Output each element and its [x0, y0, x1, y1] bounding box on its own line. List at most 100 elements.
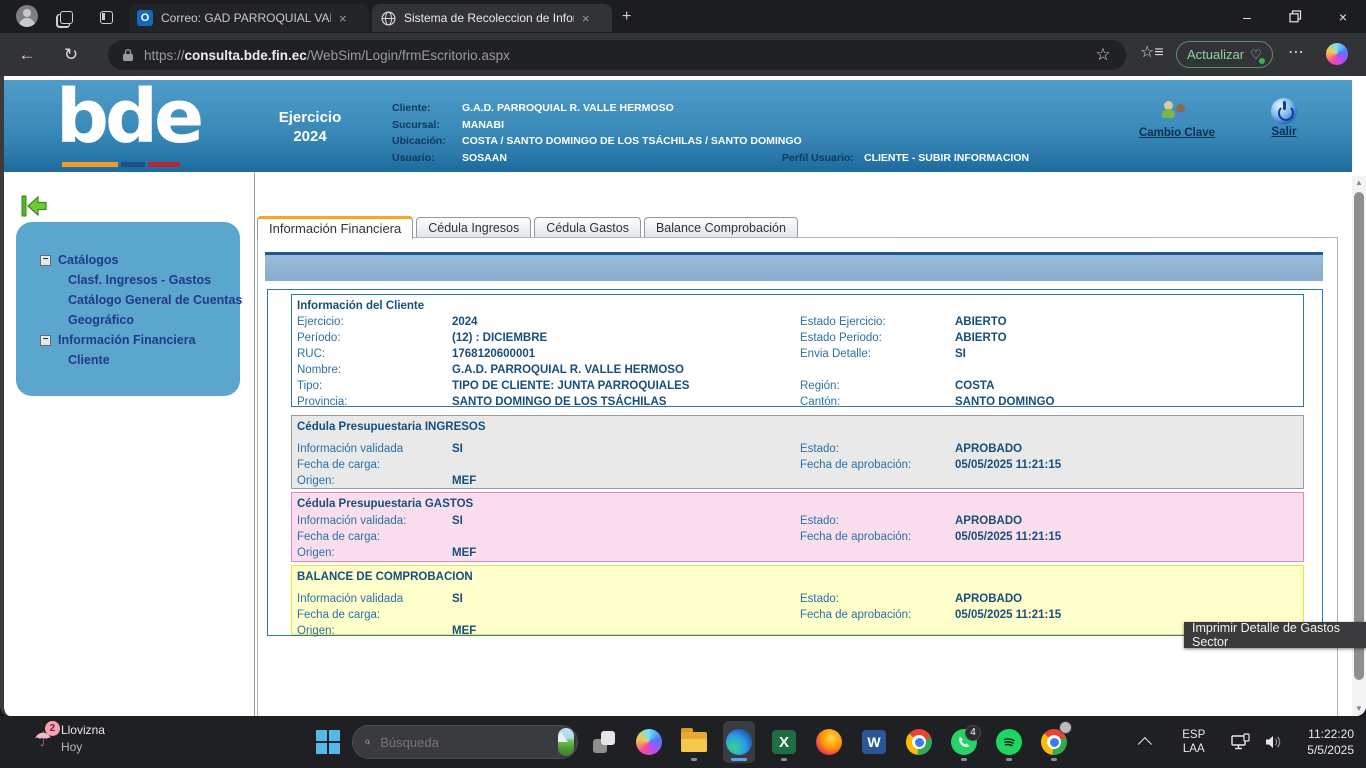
field-value: APROBADO: [955, 591, 1303, 607]
window-restore-button[interactable]: [1272, 0, 1318, 33]
favorite-star-icon[interactable]: ☆: [1090, 42, 1116, 68]
field-value: SANTO DOMINGO: [955, 394, 1303, 410]
panel-title: Cédula Presupuestaria GASTOS: [297, 496, 1303, 512]
field-label: Estado:: [800, 441, 955, 457]
browser-health-icon: ♡: [1250, 47, 1262, 63]
tab-title: Correo: GAD PARROQUIAL VALLE: [161, 11, 331, 25]
network-icon[interactable]: [1231, 733, 1251, 751]
task-view-icon[interactable]: [588, 721, 620, 763]
field-value: APROBADO: [955, 513, 1303, 529]
field-label: Estado:: [800, 513, 955, 529]
language-indicator[interactable]: ESPLAA: [1182, 728, 1205, 756]
field-value: [452, 529, 800, 545]
window-minimize-button[interactable]: –: [1224, 0, 1270, 33]
collapse-toggle-icon[interactable]: −: [40, 335, 51, 346]
sidebar-item-informacion-financiera[interactable]: −Información Financiera: [16, 330, 240, 350]
edge-icon[interactable]: [723, 721, 755, 763]
more-menu-icon[interactable]: ⋯: [1288, 42, 1304, 62]
ejercicio-label: Ejercicio2024: [250, 108, 370, 146]
bde-app-header: bde Ejercicio2024 Cliente:G.A.D. PARROQU…: [4, 80, 1352, 172]
copilot-icon[interactable]: [1326, 43, 1348, 65]
section-header-bar: [265, 252, 1323, 281]
power-icon: [1271, 98, 1297, 124]
tab-informacion-financiera[interactable]: Información Financiera: [257, 216, 413, 239]
chrome-profile-icon[interactable]: [1038, 721, 1070, 763]
url-scheme: https://: [144, 48, 185, 63]
browser-tab-sistema[interactable]: Sistema de Recoleccion de Inform ×: [372, 4, 612, 32]
actualizar-button[interactable]: Actualizar ♡: [1176, 41, 1273, 68]
whatsapp-badge: 4: [965, 725, 981, 741]
tab-balance-comprobacion[interactable]: Balance Comprobación: [644, 217, 798, 238]
collapse-toggle-icon[interactable]: −: [40, 255, 51, 266]
workspaces-icon[interactable]: [54, 5, 78, 29]
tab-actions-icon[interactable]: [94, 5, 118, 29]
field-label: Usuario:: [392, 150, 462, 167]
copilot-taskbar-icon[interactable]: [633, 721, 665, 763]
tab-cedula-ingresos[interactable]: Cédula Ingresos: [416, 217, 531, 238]
chrome-icon[interactable]: [903, 721, 935, 763]
field-label: [800, 362, 955, 378]
file-explorer-icon[interactable]: [678, 721, 710, 763]
field-value: SANTO DOMINGO DE LOS TSÁCHILAS: [452, 394, 800, 410]
tab-cedula-gastos[interactable]: Cédula Gastos: [534, 217, 641, 238]
start-button[interactable]: [316, 730, 340, 754]
sidebar-item-cliente[interactable]: Cliente: [16, 350, 240, 370]
tray-chevron-icon[interactable]: [1138, 737, 1152, 751]
firefox-icon[interactable]: [813, 721, 845, 763]
url-host: consulta.bde.fin.ec: [185, 48, 307, 63]
window-close-button[interactable]: ×: [1320, 0, 1366, 33]
field-value: ABIERTO: [955, 314, 1303, 330]
sidebar-item-clasf-ingresos-gastos[interactable]: Clasf. Ingresos - Gastos: [16, 270, 240, 290]
panel-title: Información del Cliente: [297, 298, 1303, 314]
field-label: Fecha de aprobación:: [800, 457, 955, 473]
field-value: [452, 607, 800, 623]
tooltip-imprimir-detalle: Imprimir Detalle de Gastos Sector: [1184, 622, 1366, 648]
word-icon[interactable]: W: [858, 721, 890, 763]
tab-content-area: Información del Cliente Ejercicio:2024Es…: [257, 237, 1338, 716]
cambio-clave-link[interactable]: Cambio Clave: [1122, 100, 1232, 139]
field-value: SI: [452, 441, 800, 457]
weather-badge: 2: [45, 721, 60, 736]
scrollbar-thumb[interactable]: [1354, 192, 1364, 680]
excel-icon[interactable]: X: [768, 721, 800, 763]
back-icon[interactable]: ←: [14, 42, 40, 68]
field-label: Origen:: [297, 545, 452, 561]
field-value: MEF: [452, 545, 800, 561]
salir-link[interactable]: Salir: [1256, 98, 1312, 138]
scroll-down-icon[interactable]: ▼: [1352, 702, 1366, 716]
sidebar-item-catalogos[interactable]: −Catálogos: [16, 250, 240, 270]
volume-icon[interactable]: [1265, 734, 1285, 750]
tray-clock[interactable]: 11:22:205/5/2025: [1307, 726, 1354, 758]
client-info-panel: Información del Cliente Ejercicio:2024Es…: [291, 294, 1304, 407]
field-label: Cliente:: [392, 100, 462, 117]
sidebar-item-geografico[interactable]: Geográfico: [16, 310, 240, 330]
outlook-icon: O: [137, 10, 153, 26]
weather-widget[interactable]: ☂2 Llovizna Hoy: [34, 722, 105, 756]
users-icon: [1160, 100, 1194, 124]
favorites-hub-icon[interactable]: ☆≡: [1140, 42, 1164, 62]
new-tab-button[interactable]: +: [622, 8, 631, 26]
field-value: G.A.D. PARROQUIAL R. VALLE HERMOSO: [452, 362, 800, 378]
scroll-up-icon[interactable]: ▲: [1352, 176, 1366, 190]
search-input[interactable]: [378, 734, 558, 751]
field-label: Perfil Usuario:: [782, 150, 864, 167]
whatsapp-icon[interactable]: 4: [948, 721, 980, 763]
spotify-icon[interactable]: [993, 721, 1025, 763]
search-highlight-image[interactable]: [558, 728, 574, 756]
browser-profile-avatar[interactable]: [16, 5, 38, 27]
sidebar-menu: −CatálogosClasf. Ingresos - GastosCatálo…: [16, 222, 240, 396]
tab-close-icon[interactable]: ×: [339, 11, 347, 26]
content-tab-strip: Información Financiera Cédula Ingresos C…: [257, 215, 801, 238]
refresh-icon[interactable]: ↻: [58, 42, 84, 68]
field-label: Tipo:: [297, 378, 452, 394]
address-bar[interactable]: https://consulta.bde.fin.ec/WebSim/Login…: [108, 40, 1126, 70]
panels-container: Información del Cliente Ejercicio:2024Es…: [267, 289, 1323, 636]
field-value: 05/05/2025 11:21:15: [955, 457, 1303, 473]
browser-tab-correo[interactable]: O Correo: GAD PARROQUIAL VALLE ×: [129, 4, 369, 32]
collapse-menu-arrow-icon[interactable]: [20, 194, 48, 223]
tab-close-icon[interactable]: ×: [582, 11, 590, 26]
sidebar-item-catalogo-general-de-cuentas[interactable]: Catálogo General de Cuentas: [16, 290, 240, 310]
field-value: COSTA / SANTO DOMINGO DE LOS TSÁCHILAS /…: [462, 133, 1032, 150]
field-label: [800, 623, 955, 639]
taskbar-search[interactable]: [352, 725, 578, 759]
